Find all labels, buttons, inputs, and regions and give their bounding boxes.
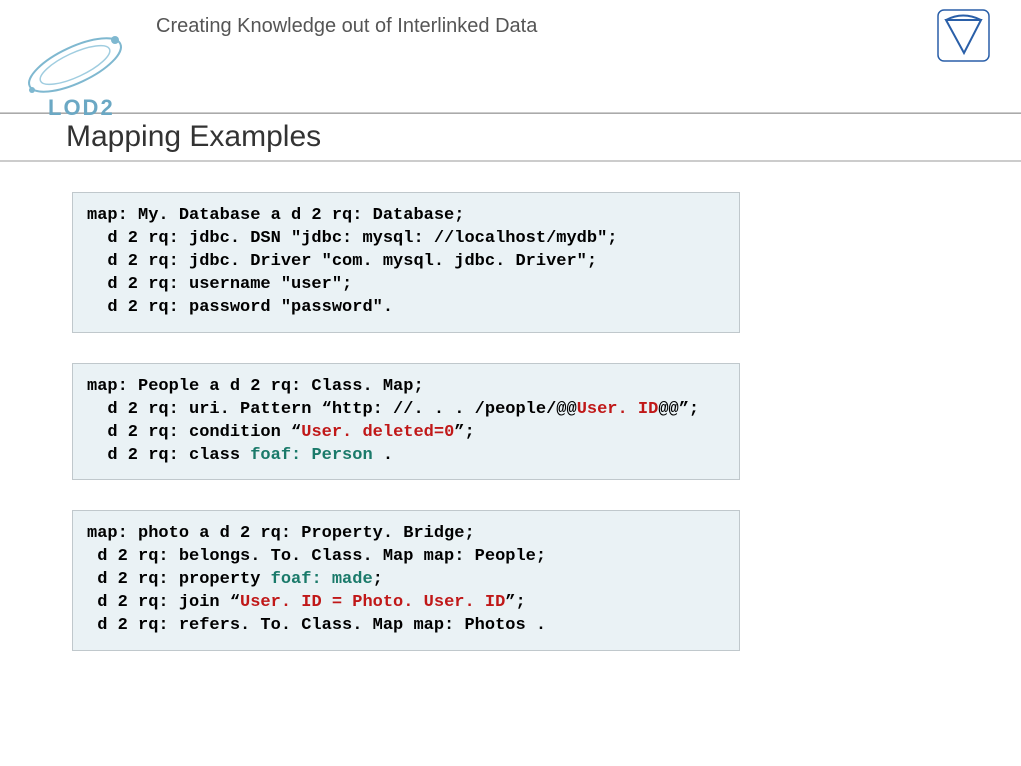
code-text: ”; bbox=[454, 423, 474, 442]
code-text: d 2 rq: uri. Pattern “http: //. . . /peo… bbox=[87, 400, 577, 419]
header: LOD2 Creating Knowledge out of Interlink… bbox=[0, 0, 1021, 113]
tagline: Creating Knowledge out of Interlinked Da… bbox=[156, 15, 537, 38]
code-line: d 2 rq: jdbc. Driver "com. mysql. jdbc. … bbox=[87, 252, 597, 271]
code-line: d 2 rq: jdbc. DSN "jdbc: mysql: //localh… bbox=[87, 229, 618, 248]
code-text: d 2 rq: property bbox=[87, 570, 271, 589]
code-line: d 2 rq: username "user"; bbox=[87, 275, 352, 294]
code-highlight: User. ID = Photo. User. ID bbox=[240, 593, 505, 612]
code-text: d 2 rq: condition “ bbox=[87, 423, 301, 442]
lod2-logo: LOD2 bbox=[20, 20, 150, 110]
code-line: d 2 rq: password "password". bbox=[87, 298, 393, 317]
code-block-database: map: My. Database a d 2 rq: Database; d … bbox=[72, 192, 740, 333]
content: map: My. Database a d 2 rq: Database; d … bbox=[0, 162, 1021, 651]
code-block-classmap: map: People a d 2 rq: Class. Map; d 2 rq… bbox=[72, 363, 740, 481]
code-text: ; bbox=[373, 570, 383, 589]
fp7-logo bbox=[936, 8, 991, 63]
code-text: . bbox=[373, 446, 393, 465]
code-text: d 2 rq: join “ bbox=[87, 593, 240, 612]
logo-text: LOD2 bbox=[48, 95, 115, 121]
code-line: d 2 rq: refers. To. Class. Map map: Phot… bbox=[87, 616, 546, 635]
code-block-propertybridge: map: photo a d 2 rq: Property. Bridge; d… bbox=[72, 510, 740, 651]
code-text: d 2 rq: class bbox=[87, 446, 250, 465]
code-line: map: My. Database a d 2 rq: Database; bbox=[87, 206, 464, 225]
code-highlight: foaf: made bbox=[271, 570, 373, 589]
code-highlight: User. deleted=0 bbox=[301, 423, 454, 442]
title-block: Mapping Examples bbox=[0, 113, 1021, 162]
code-line: d 2 rq: belongs. To. Class. Map map: Peo… bbox=[87, 547, 546, 566]
code-highlight: foaf: Person bbox=[250, 446, 372, 465]
code-line: map: People a d 2 rq: Class. Map; bbox=[87, 377, 424, 396]
code-line: map: photo a d 2 rq: Property. Bridge; bbox=[87, 524, 475, 543]
code-text: ”; bbox=[505, 593, 525, 612]
code-text: @@”; bbox=[658, 400, 699, 419]
page-title: Mapping Examples bbox=[0, 114, 1021, 162]
code-highlight: User. ID bbox=[577, 400, 659, 419]
